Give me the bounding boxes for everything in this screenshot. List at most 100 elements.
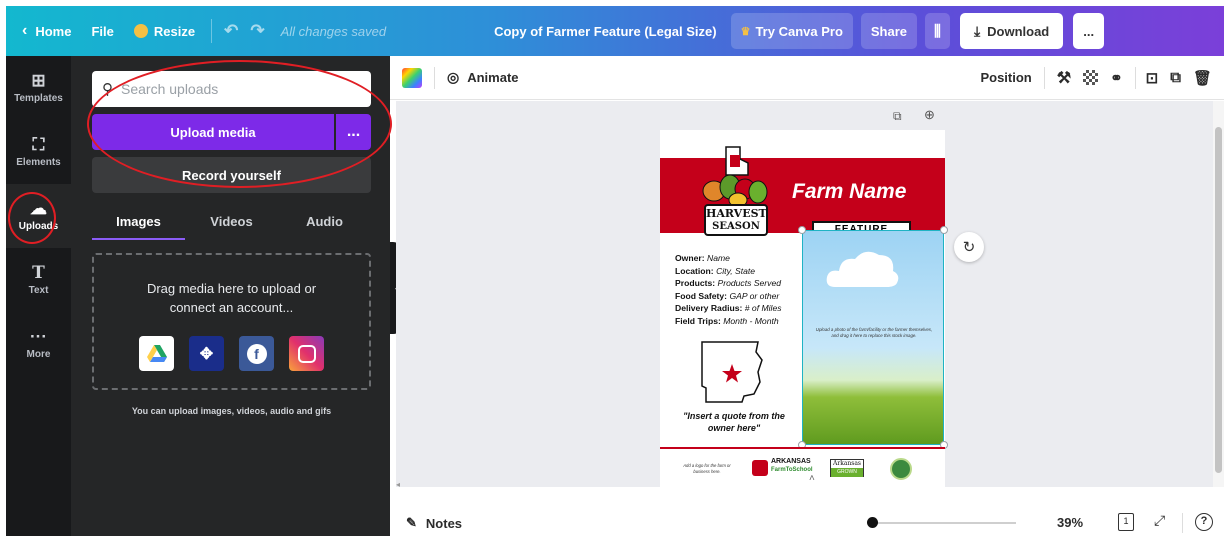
info-row: Products: Products Served — [675, 277, 782, 290]
info-label: Field Trips: — [675, 315, 721, 326]
home-button[interactable]: ‹ Home — [12, 13, 81, 49]
annotation-circle-uploads — [8, 192, 56, 244]
animate-button[interactable]: ◎ Animate — [447, 69, 519, 86]
grown-badge-logo[interactable] — [890, 458, 912, 480]
owner-quote[interactable]: "Insert a quote from the owner here" — [672, 410, 796, 434]
more-icon: ··· — [30, 327, 47, 346]
bottom-bar: ✎ Notes 39% 1 ⤢ ? — [390, 506, 1224, 540]
page-count-value: 1 — [1123, 516, 1129, 526]
info-row: Owner: Name — [675, 252, 782, 265]
save-status: All changes saved — [280, 23, 387, 39]
info-value: Name — [707, 253, 730, 263]
media-tabs: Images Videos Audio — [92, 206, 371, 240]
trash-icon[interactable]: 🗑 — [1193, 69, 1212, 87]
link-icon[interactable]: ⚭ — [1110, 69, 1123, 87]
connect-accounts: ✥ f — [94, 336, 369, 371]
page-count-icon[interactable]: 1 — [1118, 513, 1134, 531]
editor-toolbar: ◎ Animate Position ⚒ ⚭ ⊡ ⧉ 🗑 — [390, 56, 1224, 100]
share-button[interactable]: Share — [860, 13, 918, 49]
help-label: ? — [1200, 515, 1208, 527]
top-bar: ‹ Home File Resize ↶ ↷ All changes saved… — [6, 6, 1224, 56]
instagram-icon[interactable] — [289, 336, 324, 371]
info-row: Food Safety: GAP or other — [675, 290, 782, 303]
rail-label: Elements — [16, 157, 61, 168]
arkansas-grown-logo[interactable]: Arkansas GROWN — [830, 459, 864, 477]
scrollbar-thumb[interactable] — [1215, 127, 1222, 473]
logo-caption: Add a logo for the farm or business here… — [683, 463, 731, 474]
crown-icon — [133, 24, 148, 38]
help-icon[interactable]: ? — [1195, 513, 1213, 531]
analytics-icon[interactable]: ⫼ — [925, 13, 950, 49]
info-value: Month - Month — [723, 315, 779, 326]
info-label: Products: — [675, 278, 716, 289]
harvest-season-logo[interactable]: HARVEST SEASON — [700, 145, 772, 241]
download-button[interactable]: ⤓ Download — [959, 13, 1064, 49]
farm-photo-placeholder[interactable]: Upload a photo of the farm/facility or t… — [802, 230, 944, 445]
file-menu[interactable]: File — [81, 13, 123, 49]
elements-icon: ⛶ — [32, 135, 45, 154]
try-canva-pro-button[interactable]: ♛ Try Canva Pro — [730, 13, 853, 49]
rail-item-elements[interactable]: ⛶ Elements — [6, 120, 71, 184]
divider — [1182, 513, 1183, 533]
info-label: Owner: — [675, 253, 705, 263]
redo-icon[interactable]: ↷ — [244, 13, 270, 49]
resize-handle-tl[interactable] — [798, 226, 806, 234]
upload-hint: You can upload images, videos, audio and… — [131, 406, 332, 416]
notes-label: Notes — [425, 515, 463, 531]
farm-name-heading[interactable]: Farm Name — [792, 180, 906, 204]
position-button[interactable]: Position — [980, 70, 1031, 85]
zoom-slider-knob[interactable] — [867, 517, 878, 528]
more-options-button[interactable]: ... — [1073, 13, 1105, 49]
resize-label: Resize — [153, 23, 196, 39]
facebook-icon[interactable]: f — [239, 336, 274, 371]
logo-mark — [752, 460, 768, 476]
info-label: Location: — [675, 265, 714, 276]
facebook-glyph: f — [246, 343, 267, 364]
copy-style-icon[interactable]: ⚒ — [1057, 68, 1071, 88]
document-title[interactable]: Copy of Farmer Feature (Legal Size) — [484, 13, 727, 49]
tab-videos[interactable]: Videos — [185, 206, 278, 240]
horizontal-scroll-arrow-icon[interactable]: ◂ — [396, 480, 400, 487]
vertical-scrollbar[interactable] — [1213, 101, 1224, 487]
rail-item-templates[interactable]: ⊞ Templates — [6, 56, 71, 120]
tab-audio[interactable]: Audio — [278, 206, 371, 240]
expand-pages-icon[interactable]: ˄ — [809, 473, 815, 484]
resize-button[interactable]: Resize — [124, 13, 205, 49]
flyer-page[interactable]: HARVEST SEASON Farm Name FEATURE Owner: … — [660, 130, 948, 487]
logo-farm-to-school-text: FarmToSchool — [771, 467, 813, 473]
rail-item-text[interactable]: T Text — [6, 248, 71, 312]
zoom-slider[interactable] — [867, 517, 1016, 528]
dropzone-line-2: connect an account... — [169, 300, 294, 315]
animate-icon: ◎ — [447, 69, 460, 85]
arkansas-farm-to-school-logo[interactable]: ARKANSAS FarmToSchool — [752, 458, 816, 478]
season-text: SEASON — [712, 221, 760, 232]
photo-caption: Upload a photo of the farm/facility or t… — [815, 327, 933, 338]
google-drive-icon[interactable] — [139, 336, 174, 371]
lock-icon[interactable]: ⊡ — [1146, 69, 1159, 87]
info-value: City, State — [716, 265, 756, 276]
notes-icon: ✎ — [406, 515, 417, 530]
info-label: Food Safety: — [675, 290, 728, 301]
tab-images[interactable]: Images — [92, 206, 185, 240]
resize-handle-tr[interactable] — [940, 226, 948, 234]
zoom-level[interactable]: 39% — [1057, 515, 1083, 530]
farm-info-list[interactable]: Owner: Name Location: City, State Produc… — [675, 252, 782, 328]
notes-button[interactable]: ✎ Notes — [406, 515, 462, 531]
rotate-icon[interactable]: ↻ — [954, 232, 984, 262]
color-picker-icon[interactable] — [402, 67, 422, 88]
logo-grown-text: GROWN — [831, 468, 863, 477]
info-row: Field Trips: Month - Month — [675, 315, 782, 328]
fullscreen-icon[interactable]: ⤢ — [1154, 512, 1165, 529]
logo-arkansas-text: ARKANSAS — [771, 458, 811, 465]
logo-arkansas2-text: Arkansas — [833, 460, 862, 467]
undo-icon[interactable]: ↶ — [218, 13, 244, 49]
arkansas-map-icon[interactable] — [696, 338, 766, 404]
upload-dropzone[interactable]: Drag media here to upload or connect an … — [92, 253, 371, 390]
page-add-icon[interactable]: ⊕ — [924, 107, 935, 123]
duplicate-icon[interactable]: ⧉ — [1170, 69, 1181, 86]
transparency-icon[interactable] — [1083, 70, 1099, 85]
dropbox-icon[interactable]: ✥ — [189, 336, 224, 371]
page-duplicate-icon[interactable]: ⧉ — [893, 109, 902, 124]
rail-item-more[interactable]: ··· More — [6, 312, 71, 376]
cloud-graphic — [826, 251, 899, 287]
